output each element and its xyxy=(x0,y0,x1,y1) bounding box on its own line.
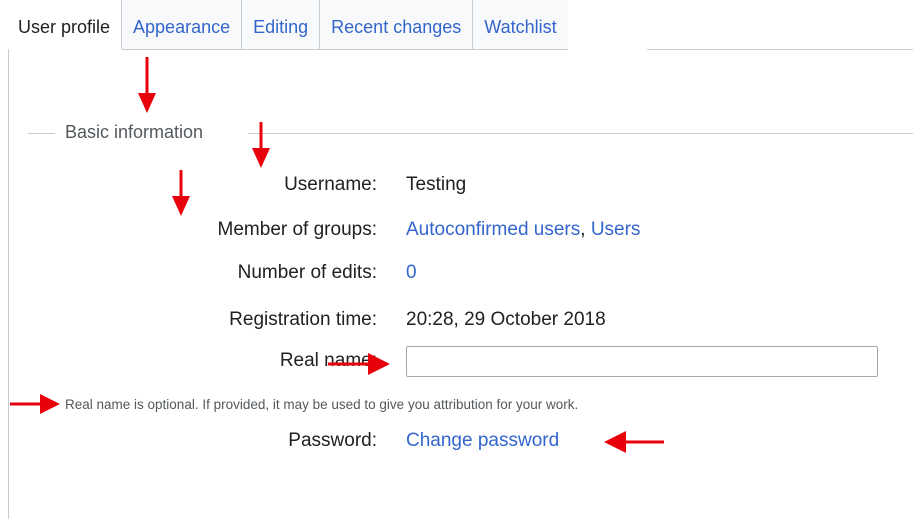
fieldset-border-right xyxy=(248,133,913,134)
groups-value: Autoconfirmed users, Users xyxy=(406,219,640,241)
edits-label: Number of edits: xyxy=(237,262,377,283)
red-arrow-icon xyxy=(172,170,190,216)
red-arrow-icon xyxy=(604,431,664,453)
tab-watchlist[interactable]: Watchlist xyxy=(473,0,568,50)
groups-label: Member of groups: xyxy=(217,219,377,240)
tab-user-profile[interactable]: User profile xyxy=(8,0,123,50)
preferences-page: User profile Appearance Editing Recent c… xyxy=(0,0,913,519)
tab-editing[interactable]: Editing xyxy=(242,0,321,50)
real-name-help-text: Real name is optional. If provided, it m… xyxy=(65,397,579,412)
username-value: Testing xyxy=(406,174,467,195)
username-label: Username: xyxy=(284,174,377,195)
registration-label: Registration time: xyxy=(229,309,377,330)
registration-value: 20:28, 29 October 2018 xyxy=(406,309,606,330)
tab-recent-changes[interactable]: Recent changes xyxy=(320,0,474,50)
red-arrow-icon xyxy=(252,122,270,168)
edits-count-link[interactable]: 0 xyxy=(406,262,417,284)
content-left-border xyxy=(8,49,9,519)
group-separator: , xyxy=(580,219,586,240)
group-link-autoconfirmed[interactable]: Autoconfirmed users xyxy=(406,219,580,240)
tab-appearance[interactable]: Appearance xyxy=(122,0,243,50)
preferences-tabs: User profile Appearance Editing Recent c… xyxy=(8,0,568,50)
red-arrow-icon xyxy=(10,394,60,414)
group-link-users[interactable]: Users xyxy=(591,219,641,240)
password-label: Password: xyxy=(288,430,377,451)
real-name-input[interactable] xyxy=(406,346,878,377)
fieldset-border-left xyxy=(28,133,55,134)
change-password-link[interactable]: Change password xyxy=(406,430,559,452)
section-legend: Basic information xyxy=(65,122,204,142)
tab-strip-divider xyxy=(647,49,913,50)
red-arrow-icon xyxy=(328,353,390,375)
red-arrow-icon xyxy=(138,57,156,113)
